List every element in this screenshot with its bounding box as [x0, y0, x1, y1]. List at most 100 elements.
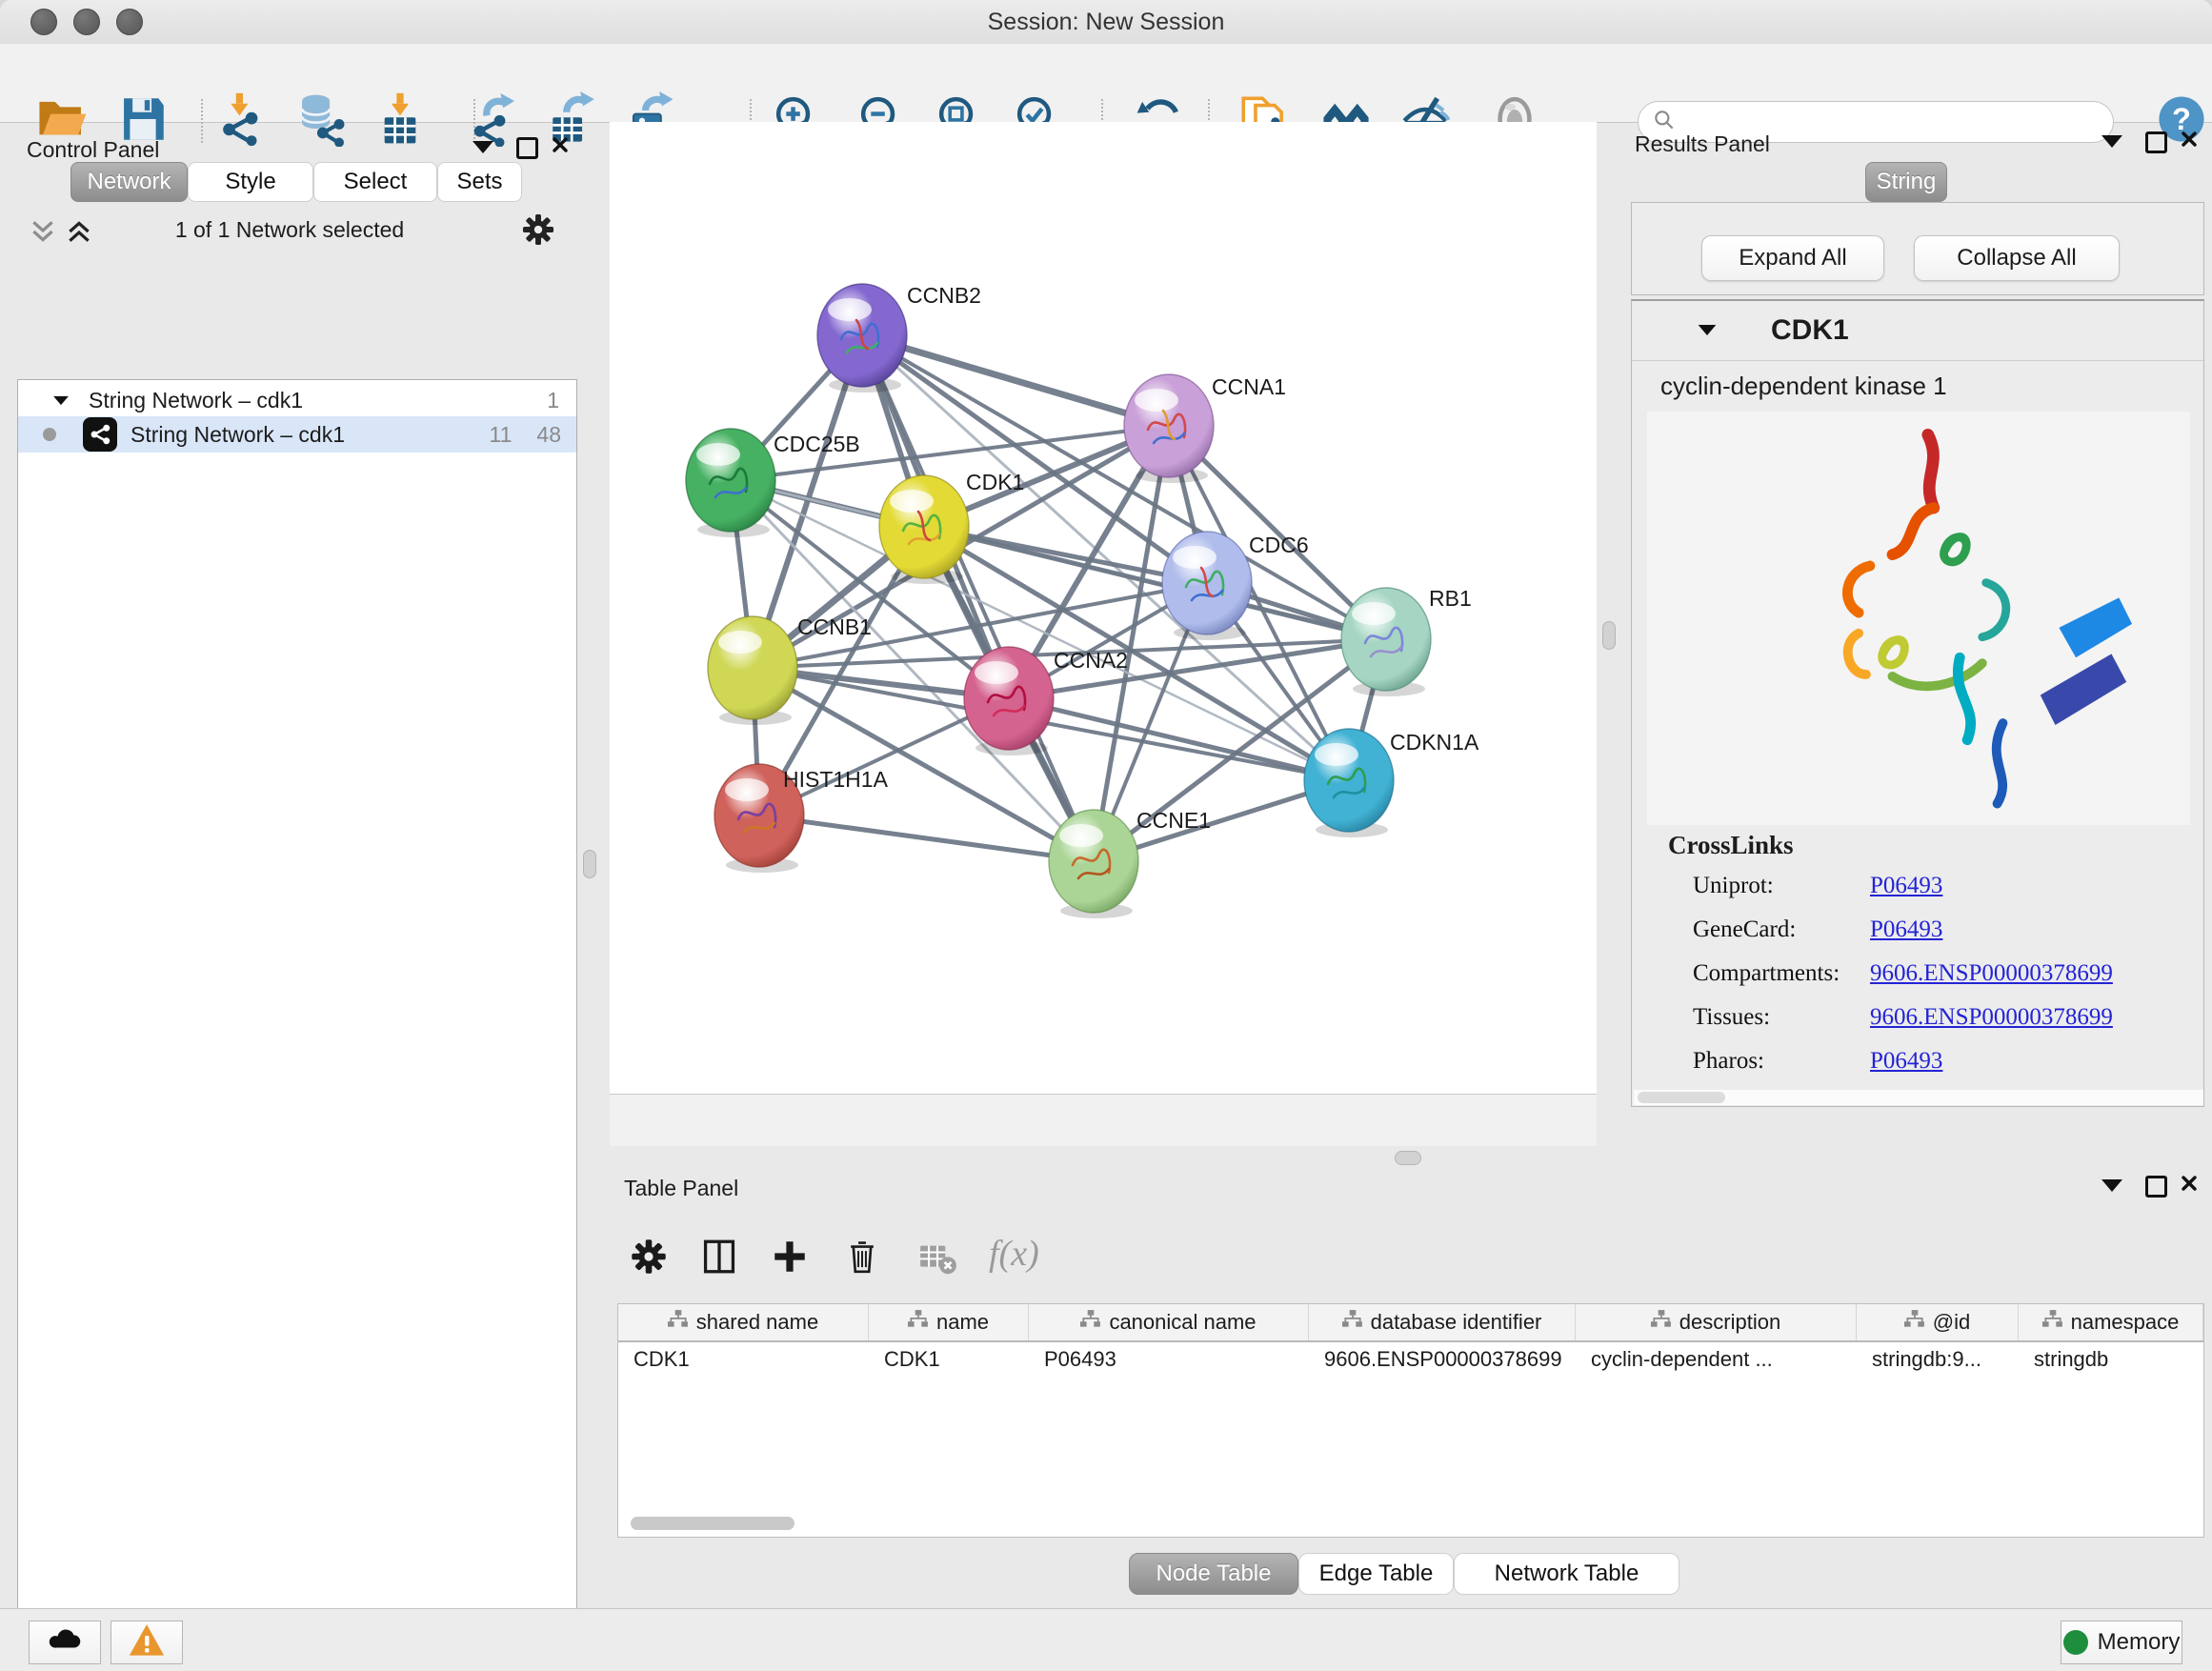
node-label: CCNB2 — [907, 283, 981, 308]
node-CDKN1A[interactable]: CDKN1A — [1304, 729, 1479, 837]
table-cell[interactable]: 9606.ENSP00000378699 — [1309, 1342, 1576, 1377]
hierarchy-icon — [1080, 1310, 1101, 1335]
close-panel-icon[interactable] — [2182, 1176, 2197, 1196]
node-CCNA1[interactable]: CCNA1 — [1124, 374, 1286, 483]
gene-description: cyclin-dependent kinase 1 — [1660, 372, 1947, 401]
network-edge-count: 48 — [536, 422, 561, 448]
expand-all-button[interactable]: Expand All — [1701, 235, 1884, 281]
delete-column-button[interactable] — [842, 1237, 882, 1281]
table-panel-title: Table Panel — [624, 1176, 738, 1201]
column-header-database-identifier[interactable]: database identifier — [1309, 1304, 1576, 1340]
network-collection-row[interactable]: String Network – cdk1 1 — [18, 384, 576, 416]
table-cell[interactable]: cyclin-dependent ... — [1576, 1342, 1857, 1377]
node-label: CCNA2 — [1054, 648, 1128, 673]
table-cell[interactable]: P06493 — [1029, 1342, 1309, 1377]
delete-table-button[interactable] — [916, 1237, 958, 1283]
show-columns-button[interactable] — [699, 1237, 739, 1281]
node-CDK1[interactable]: CDK1 — [879, 470, 1024, 584]
network-view-toolbar: String Network – cdk1 1 – 0 0 – 0 — [610, 1094, 1597, 1146]
column-header--id[interactable]: @id — [1857, 1304, 2019, 1340]
close-window-button[interactable] — [30, 9, 57, 35]
panel-menu-icon[interactable] — [2101, 135, 2122, 148]
tab-select[interactable]: Select — [313, 162, 437, 202]
gene-results-box: CDK1 cyclin-dependent kinase 1 — [1631, 299, 2204, 1107]
panel-menu-icon[interactable] — [2101, 1179, 2122, 1192]
control-panel: Control Panel Network Style Select Sets … — [8, 122, 579, 1604]
node-CCNB1[interactable]: CCNB1 — [708, 614, 872, 725]
tab-node-table[interactable]: Node Table — [1129, 1553, 1298, 1595]
network-options-gear-icon[interactable] — [520, 211, 556, 252]
table-cell[interactable]: CDK1 — [869, 1342, 1029, 1377]
left-splitter-handle[interactable] — [583, 850, 596, 878]
column-header-description[interactable]: description — [1576, 1304, 1857, 1340]
node-HIST1H1A[interactable]: HIST1H1A — [714, 764, 889, 873]
node-label: RB1 — [1429, 586, 1472, 611]
results-panel-title: Results Panel — [1635, 131, 1770, 157]
node-RB1[interactable]: RB1 — [1341, 586, 1472, 696]
edge[interactable] — [862, 335, 1094, 861]
crosslink-label: Pharos: — [1693, 1048, 1764, 1075]
close-panel-icon[interactable] — [2182, 131, 2197, 151]
protein-structure-image — [1647, 412, 2190, 825]
table-hscrollbar-thumb[interactable] — [631, 1517, 794, 1530]
edge[interactable] — [759, 815, 1094, 861]
crosslink-uniprot-link[interactable]: P06493 — [1870, 873, 1942, 899]
table-cell[interactable]: CDK1 — [618, 1342, 869, 1377]
tab-sets[interactable]: Sets — [437, 162, 522, 202]
network-row[interactable]: String Network – cdk1 11 48 — [18, 416, 576, 453]
crosslink-label: Uniprot: — [1693, 873, 1774, 899]
float-panel-icon[interactable] — [2145, 131, 2167, 153]
warnings-button[interactable] — [111, 1621, 183, 1664]
results-hscrollbar-track[interactable] — [1634, 1090, 2203, 1105]
hierarchy-icon — [908, 1310, 929, 1335]
hierarchy-icon — [1342, 1310, 1363, 1335]
node-label: CDKN1A — [1390, 730, 1479, 755]
table-cell[interactable]: stringdb — [2019, 1342, 2203, 1377]
column-header-shared-name[interactable]: shared name — [618, 1304, 869, 1340]
gene-collapse-icon[interactable] — [1699, 325, 1717, 335]
right-splitter-handle[interactable] — [1602, 621, 1616, 650]
float-panel-icon[interactable] — [516, 137, 538, 159]
table-header-row: shared namenamecanonical namedatabase id… — [618, 1304, 2203, 1342]
memory-button[interactable]: Memory — [2061, 1621, 2182, 1664]
tab-string-results[interactable]: String — [1865, 162, 1947, 202]
crosslink-genecard-link[interactable]: P06493 — [1870, 916, 1942, 943]
tab-network-table[interactable]: Network Table — [1454, 1553, 1679, 1595]
crosslink-tissues-link[interactable]: 9606.ENSP00000378699 — [1870, 1004, 2113, 1031]
function-builder-button[interactable]: f(x) — [989, 1233, 1039, 1275]
add-column-button[interactable] — [770, 1237, 810, 1281]
network-canvas[interactable]: CCNB2CCNA1CDC25BCDK1CDC6RB1CCNB1CCNA2CDK… — [610, 122, 1597, 1094]
tab-style[interactable]: Style — [188, 162, 313, 202]
application-window: Session: New Session — [0, 0, 2212, 1671]
collapse-all-button[interactable]: Collapse All — [1914, 235, 2120, 281]
close-panel-icon[interactable] — [553, 137, 568, 157]
results-hscrollbar-thumb[interactable] — [1638, 1092, 1725, 1103]
node-CCNB2[interactable]: CCNB2 — [817, 283, 981, 393]
crosslink-pharos-link[interactable]: P06493 — [1870, 1048, 1942, 1075]
column-header-namespace[interactable]: namespace — [2019, 1304, 2203, 1340]
collection-expander-icon[interactable] — [53, 395, 69, 404]
table-cell[interactable]: stringdb:9... — [1857, 1342, 2019, 1377]
float-panel-icon[interactable] — [2145, 1176, 2167, 1198]
node-CDC25B[interactable]: CDC25B — [686, 429, 860, 537]
gene-header[interactable]: CDK1 — [1632, 301, 2203, 361]
node-CCNE1[interactable]: CCNE1 — [1049, 808, 1211, 918]
table-settings-gear-button[interactable] — [629, 1237, 669, 1281]
network-status-dot-icon — [43, 428, 56, 441]
tab-network[interactable]: Network — [70, 162, 188, 202]
zoom-window-button[interactable] — [116, 9, 143, 35]
column-header-name[interactable]: name — [869, 1304, 1029, 1340]
column-header-canonical-name[interactable]: canonical name — [1029, 1304, 1309, 1340]
crosslink-label: Compartments: — [1693, 960, 1840, 987]
node-CCNA2[interactable]: CCNA2 — [964, 647, 1128, 755]
crosslink-compartments-link[interactable]: 9606.ENSP00000378699 — [1870, 960, 2113, 987]
cloud-status-button[interactable] — [29, 1621, 101, 1664]
node-table: shared namenamecanonical namedatabase id… — [617, 1303, 2204, 1538]
tab-edge-table[interactable]: Edge Table — [1298, 1553, 1454, 1595]
titlebar: Session: New Session — [0, 0, 2212, 45]
node-label: CCNA1 — [1212, 374, 1286, 399]
edge[interactable] — [862, 335, 1169, 426]
minimize-window-button[interactable] — [73, 9, 100, 35]
horizontal-splitter-handle[interactable] — [1395, 1151, 1421, 1165]
panel-menu-icon[interactable] — [473, 141, 493, 153]
